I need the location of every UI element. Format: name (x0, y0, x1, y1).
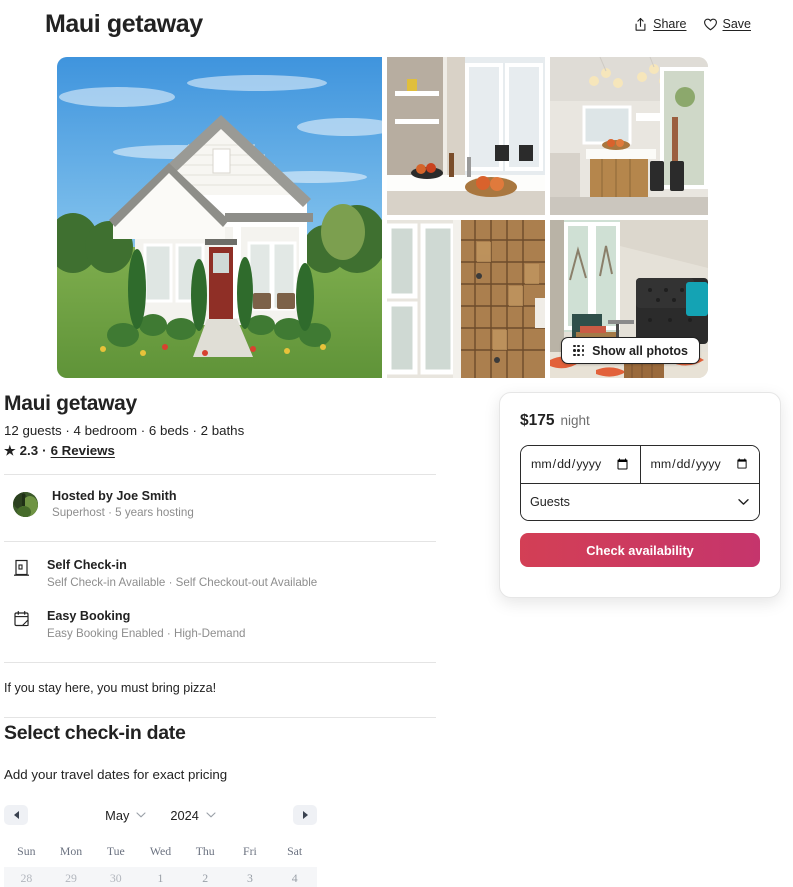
guests-select-wrapper: Guests (521, 483, 759, 520)
month-select[interactable]: May (105, 808, 146, 823)
gallery-photo-5[interactable]: Show all photos (550, 220, 708, 378)
calendar-icon (14, 611, 29, 627)
amenity-self-checkin: Self Check-in Self Check-in Available · … (4, 558, 436, 589)
amenity-subtitle: Self Check-in Available · Self Checkout-… (47, 576, 318, 589)
page-title: Maui getaway (45, 10, 203, 38)
calendar-day[interactable]: 2 (183, 871, 228, 886)
gallery-photo-main[interactable] (57, 57, 382, 378)
listing-name: Maui getaway (4, 392, 137, 415)
share-button[interactable]: Share (633, 17, 687, 32)
price-row: $175 night (520, 412, 760, 430)
chevron-down-icon (136, 812, 146, 818)
gallery-photo-4[interactable] (387, 220, 545, 378)
calendar-selectors: May 2024 (28, 808, 293, 823)
heart-icon (703, 18, 717, 30)
listing-details: Maui getaway 12 guests · 4 bedroom · 6 b… (4, 392, 436, 718)
amenity-text: Easy Booking Easy Booking Enabled · High… (47, 609, 246, 640)
gallery-photo-3[interactable] (550, 57, 708, 215)
divider-2 (4, 541, 436, 542)
triangle-right-icon (302, 811, 308, 819)
share-icon (635, 17, 646, 31)
calendar-day[interactable]: 30 (93, 871, 138, 886)
amenity-title: Self Check-in (47, 558, 127, 572)
check-availability-button[interactable]: Check availability (520, 533, 760, 567)
calendar-day[interactable]: 28 (4, 871, 49, 886)
save-button[interactable]: Save (703, 17, 752, 32)
calendar-nav: May 2024 (4, 804, 317, 826)
checkin-date-input[interactable] (521, 446, 641, 483)
year-label: 2024 (170, 807, 199, 823)
house-exterior-image (57, 57, 382, 378)
calendar-day[interactable]: 4 (272, 871, 317, 886)
save-label: Save (722, 17, 752, 31)
kitchen-island-image (550, 57, 708, 215)
booking-fields: Guests (520, 445, 760, 521)
host-subtitle: Superhost · 5 years hosting (52, 506, 194, 519)
host-text: Hosted by Joe Smith Superhost · 5 years … (52, 489, 194, 519)
kitchen-counter-image (387, 57, 545, 215)
weekday-label: Mon (59, 844, 83, 858)
checkout-date-input[interactable] (640, 446, 759, 483)
rating-value: 2.3 (19, 443, 39, 458)
checkin-title: Select check-in date (4, 722, 186, 744)
weekday-label: Sun (17, 844, 36, 858)
star-icon: ★ (4, 443, 16, 458)
amenity-title: Easy Booking (47, 609, 131, 623)
calendar-next-button[interactable] (293, 805, 317, 825)
gallery-photo-2[interactable] (387, 57, 545, 215)
show-all-photos-label: Show all photos (592, 343, 688, 358)
weekday-label: Fri (243, 844, 257, 858)
dates-row (521, 446, 759, 483)
divider-3 (4, 662, 436, 663)
avatar (13, 491, 38, 517)
triangle-left-icon (13, 811, 19, 819)
month-label: May (105, 807, 130, 823)
calendar-weekdays: Sun Mon Tue Wed Thu Fri Sat (4, 844, 317, 859)
rating-row: ★ 2.3 · 6 Reviews (4, 443, 436, 458)
amenity-easy-booking: Easy Booking Easy Booking Enabled · High… (4, 609, 436, 640)
amenities-list: Self Check-in Self Check-in Available · … (4, 558, 436, 640)
calendar: May 2024 Sun Mon Tue Wed Thu Fri Sat 28 … (4, 804, 317, 887)
calendar-week-row: 28 29 30 1 2 3 4 (4, 867, 317, 887)
year-select[interactable]: 2024 (170, 807, 216, 823)
share-label: Share (653, 17, 687, 31)
avatar-image (13, 491, 38, 517)
divider-4 (4, 717, 436, 718)
door-icon (14, 559, 29, 576)
calendar-prev-button[interactable] (4, 805, 28, 825)
price-unit: night (560, 413, 590, 428)
listing-description: If you stay here, you must bring pizza! (4, 681, 217, 695)
grid-icon (573, 344, 585, 357)
host-name: Hosted by Joe Smith (52, 489, 177, 503)
host-row[interactable]: Hosted by Joe Smith Superhost · 5 years … (4, 475, 436, 519)
weekday-label: Thu (195, 844, 215, 858)
rating-separator: · (42, 443, 47, 458)
listing-page: Maui getaway Share Save Show all photos … (0, 0, 793, 887)
amenity-subtitle: Easy Booking Enabled · High-Demand (47, 627, 246, 640)
reviews-link[interactable]: 6 Reviews (51, 443, 115, 458)
checkin-subtitle: Add your travel dates for exact pricing (4, 767, 228, 782)
show-all-photos-button[interactable]: Show all photos (561, 337, 700, 364)
weekday-label: Sat (287, 844, 303, 858)
photo-gallery: Show all photos (57, 57, 708, 378)
booking-card: $175 night Guests Check availability (499, 392, 781, 598)
weekday-label: Wed (149, 844, 172, 858)
checkin-section: Select check-in date Add your travel dat… (4, 722, 444, 887)
calendar-day[interactable]: 29 (49, 871, 94, 886)
weekday-label: Tue (106, 844, 125, 858)
amenity-text: Self Check-in Self Check-in Available · … (47, 558, 317, 589)
calendar-day[interactable]: 3 (228, 871, 273, 886)
price-amount: $175 (520, 412, 555, 429)
guests-select[interactable]: Guests (521, 484, 759, 520)
page-header: Maui getaway Share Save (0, 0, 793, 48)
chevron-down-icon (206, 812, 216, 818)
header-actions: Share Save (633, 17, 751, 32)
shingle-exterior-image (387, 220, 545, 378)
listing-facts: 12 guests · 4 bedroom · 6 beds · 2 baths (4, 423, 245, 438)
calendar-day[interactable]: 1 (138, 871, 183, 886)
